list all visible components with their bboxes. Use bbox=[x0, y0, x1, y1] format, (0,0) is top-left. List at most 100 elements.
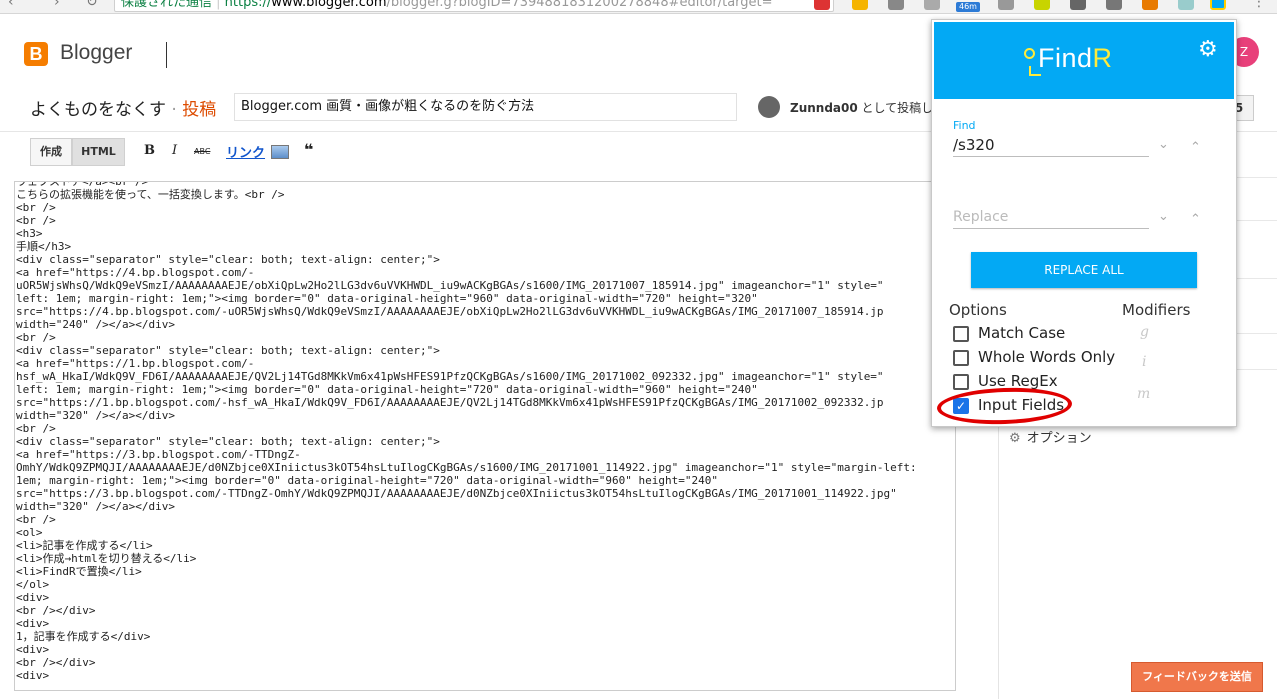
code-line[interactable]: width="240" /></a></div> bbox=[16, 318, 955, 331]
replace-all-button[interactable]: REPLACE ALL bbox=[971, 252, 1197, 288]
extension-icon-4[interactable] bbox=[998, 0, 1014, 10]
secure-label: 保護された通信 bbox=[121, 0, 213, 10]
find-prev-chevron-up-icon[interactable]: ⌃ bbox=[1190, 140, 1201, 155]
extension-icon-3[interactable] bbox=[924, 0, 940, 10]
code-line[interactable]: 手順</h3> bbox=[16, 240, 955, 253]
italic-icon[interactable]: I bbox=[172, 143, 177, 158]
html-editor[interactable]: ウェブストア</a><br /> こちらの拡張機能を使って、一括変換します。<br… bbox=[14, 181, 956, 691]
sidebar-item-label: オプション bbox=[1026, 431, 1092, 446]
find-input[interactable]: /s320 bbox=[953, 133, 1149, 157]
code-line[interactable]: OmhY/WdkQ9ZPMQJI/AAAAAAAAEJE/d0NZbjce0XI… bbox=[16, 461, 955, 474]
extension-icon-8[interactable] bbox=[1142, 0, 1158, 10]
code-line[interactable]: <br /> bbox=[16, 201, 955, 214]
code-line[interactable]: <li>記事を作成する</li> bbox=[16, 539, 955, 552]
code-line[interactable]: <li>FindRで置換</li> bbox=[16, 565, 955, 578]
extension-icon-2[interactable] bbox=[888, 0, 904, 10]
code-line[interactable]: <div> bbox=[16, 669, 955, 682]
code-line[interactable]: こちらの拡張機能を使って、一括変換します。<br /> bbox=[16, 188, 955, 201]
sidebar-item-options[interactable]: ⚙ オプション bbox=[1009, 427, 1092, 446]
code-line[interactable]: left: 1em; margin-right: 1em;"><img bord… bbox=[16, 383, 955, 396]
compose-mode-button[interactable]: 作成 bbox=[30, 138, 72, 166]
replace-prev-chevron-up-icon[interactable]: ⌃ bbox=[1190, 212, 1201, 227]
feedback-button[interactable]: フィードバックを送信 bbox=[1131, 662, 1263, 692]
code-line[interactable]: <h3> bbox=[16, 227, 955, 240]
forward-icon[interactable]: › bbox=[54, 0, 60, 10]
reload-icon[interactable]: ↻ bbox=[86, 0, 98, 10]
address-bar[interactable]: 保護された通信 | https://www.blogger.com/blogge… bbox=[114, 0, 834, 12]
modifier-m: m bbox=[1137, 386, 1151, 402]
match-case-label[interactable]: Match Case bbox=[978, 324, 1065, 342]
findr-logo-text: FindR bbox=[1038, 43, 1113, 73]
author-avatar bbox=[758, 96, 780, 118]
code-line[interactable]: <div> bbox=[16, 591, 955, 604]
code-line[interactable]: src="https://4.bp.blogspot.com/-uOR5WjsW… bbox=[16, 305, 955, 318]
code-line[interactable]: hsf_wA_HkaI/WdkQ9V_FD6I/AAAAAAAAEJE/QV2L… bbox=[16, 370, 955, 383]
code-line[interactable]: ウェブストア</a><br /> bbox=[16, 182, 955, 188]
code-line[interactable]: 1，記事を作成する</div> bbox=[16, 630, 955, 643]
link-button[interactable]: リンク bbox=[226, 142, 265, 161]
extension-icon-5[interactable] bbox=[1034, 0, 1050, 10]
code-line[interactable]: <br /></div> bbox=[16, 656, 955, 669]
code-line[interactable]: <br /> bbox=[16, 331, 955, 344]
replace-input[interactable]: Replace bbox=[953, 205, 1149, 229]
code-line[interactable]: uOR5WjsWhsQ/WdkQ9eVSmzI/AAAAAAAAEJE/obXi… bbox=[16, 279, 955, 292]
code-line[interactable]: width="320" /></a></div> bbox=[16, 500, 955, 513]
quote-icon[interactable]: ❝ bbox=[304, 140, 313, 159]
extension-icon-1[interactable] bbox=[814, 0, 830, 10]
bookmark-star-icon[interactable] bbox=[852, 0, 868, 10]
code-line[interactable]: <br /> bbox=[16, 422, 955, 435]
html-mode-button[interactable]: HTML bbox=[72, 138, 125, 166]
use-regex-checkbox[interactable] bbox=[953, 374, 969, 390]
modifier-g: g bbox=[1140, 324, 1149, 340]
findr-header: FindR ⚙ bbox=[934, 22, 1234, 99]
code-line[interactable]: </ol> bbox=[16, 578, 955, 591]
code-line[interactable]: <div class="separator" style="clear: bot… bbox=[16, 344, 955, 357]
bold-icon[interactable]: B bbox=[144, 143, 155, 158]
menu-icon[interactable]: ⋮ bbox=[1252, 0, 1266, 10]
post-title-input[interactable]: Blogger.com 画質・画像が粗くなるのを防ぐ方法 bbox=[234, 93, 737, 121]
blog-name[interactable]: よくものをなくす bbox=[30, 100, 166, 120]
code-line[interactable]: left: 1em; margin-right: 1em;"><img bord… bbox=[16, 292, 955, 305]
extension-icon-6[interactable] bbox=[1070, 0, 1086, 10]
code-line[interactable]: <div class="separator" style="clear: bot… bbox=[16, 253, 955, 266]
modifier-i: i bbox=[1142, 354, 1147, 370]
code-line[interactable]: 1em; margin-right: 1em;"><img border="0"… bbox=[16, 474, 955, 487]
code-line[interactable]: <br /> bbox=[16, 214, 955, 227]
code-line[interactable]: <br /> bbox=[16, 513, 955, 526]
app-name[interactable]: Blogger bbox=[60, 41, 132, 65]
code-line[interactable]: <a href="https://4.bp.blogspot.com/- bbox=[16, 266, 955, 279]
code-line[interactable]: <ol> bbox=[16, 526, 955, 539]
html-source-text[interactable]: ウェブストア</a><br /> こちらの拡張機能を使って、一括変換します。<br… bbox=[15, 182, 955, 682]
options-title: Options bbox=[949, 301, 1007, 319]
code-line[interactable]: width="320" /></a></div> bbox=[16, 409, 955, 422]
code-line[interactable]: <br /></div> bbox=[16, 604, 955, 617]
back-icon[interactable]: ‹ bbox=[8, 0, 14, 10]
breadcrumb: よくものをなくす · 投稿 bbox=[30, 95, 216, 120]
url-host: www.blogger.com bbox=[271, 0, 387, 10]
blogger-logo-icon[interactable]: B bbox=[24, 42, 48, 66]
settings-gear-icon[interactable]: ⚙ bbox=[1198, 37, 1218, 62]
match-case-checkbox[interactable] bbox=[953, 326, 969, 342]
whole-words-label[interactable]: Whole Words Only bbox=[978, 348, 1115, 366]
code-line[interactable]: <a href="https://3.bp.blogspot.com/-TTDn… bbox=[16, 448, 955, 461]
code-line[interactable]: <a href="https://1.bp.blogspot.com/- bbox=[16, 357, 955, 370]
extension-icon-9[interactable] bbox=[1178, 0, 1194, 10]
breadcrumb-separator: · bbox=[171, 100, 177, 120]
code-line[interactable]: <div class="separator" style="clear: bot… bbox=[16, 435, 955, 448]
find-next-chevron-down-icon[interactable]: ⌄ bbox=[1158, 137, 1169, 152]
insert-image-icon[interactable] bbox=[271, 145, 289, 159]
findr-extension-icon[interactable] bbox=[1210, 0, 1226, 10]
extension-badge[interactable]: 46m bbox=[956, 2, 980, 12]
code-line[interactable]: <li>作成→htmlを切り替える</li> bbox=[16, 552, 955, 565]
extension-icon-7[interactable] bbox=[1106, 0, 1122, 10]
code-line[interactable]: <div> bbox=[16, 617, 955, 630]
strikethrough-icon[interactable]: ABC bbox=[194, 147, 210, 156]
code-line[interactable]: src="https://3.bp.blogspot.com/-TTDngZ-O… bbox=[16, 487, 955, 500]
findr-logo: FindR bbox=[1022, 43, 1113, 74]
author-info: Zunnda00 として投稿して bbox=[790, 99, 945, 116]
replace-next-chevron-down-icon[interactable]: ⌄ bbox=[1158, 209, 1169, 224]
code-line[interactable]: <div> bbox=[16, 643, 955, 656]
code-line[interactable]: src="https://1.bp.blogspot.com/-hsf_wA_H… bbox=[16, 396, 955, 409]
whole-words-checkbox[interactable] bbox=[953, 350, 969, 366]
findr-popup: FindR ⚙ Find /s320 ⌄ ⌃ Replace ⌄ ⌃ REPLA… bbox=[931, 19, 1237, 427]
